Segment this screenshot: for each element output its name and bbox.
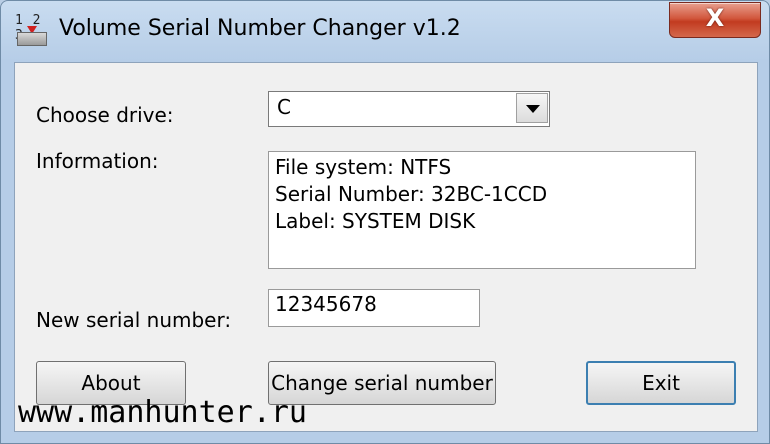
choose-drive-label: Choose drive:: [36, 103, 174, 127]
drive-select-value: C: [277, 95, 291, 119]
information-label: Information:: [36, 149, 159, 173]
app-window: 1 2 3 Volume Serial Number Changer v1.2 …: [0, 0, 770, 444]
new-serial-label: New serial number:: [36, 308, 232, 332]
information-box[interactable]: File system: NTFS Serial Number: 32BC-1C…: [268, 151, 696, 269]
dropdown-button[interactable]: [516, 93, 548, 123]
window-title: Volume Serial Number Changer v1.2: [59, 16, 461, 41]
drive-select[interactable]: C: [268, 91, 550, 127]
info-file-system: File system: NTFS: [275, 155, 452, 179]
info-serial-number: Serial Number: 32BC-1CCD: [275, 182, 548, 206]
exit-button[interactable]: Exit: [586, 361, 736, 405]
chevron-down-icon: [526, 105, 540, 113]
new-serial-input[interactable]: 12345678: [268, 289, 480, 327]
close-button[interactable]: X: [669, 2, 761, 38]
info-label: Label: SYSTEM DISK: [275, 209, 476, 233]
close-icon: X: [705, 4, 725, 32]
disk-icon: [17, 32, 47, 46]
watermark: www.manhunter.ru: [18, 395, 307, 430]
dialog-body: Choose drive: C Information: File system…: [14, 62, 758, 432]
title-bar[interactable]: 1 2 3 Volume Serial Number Changer v1.2 …: [1, 1, 769, 61]
app-icon: 1 2 3: [15, 13, 51, 47]
